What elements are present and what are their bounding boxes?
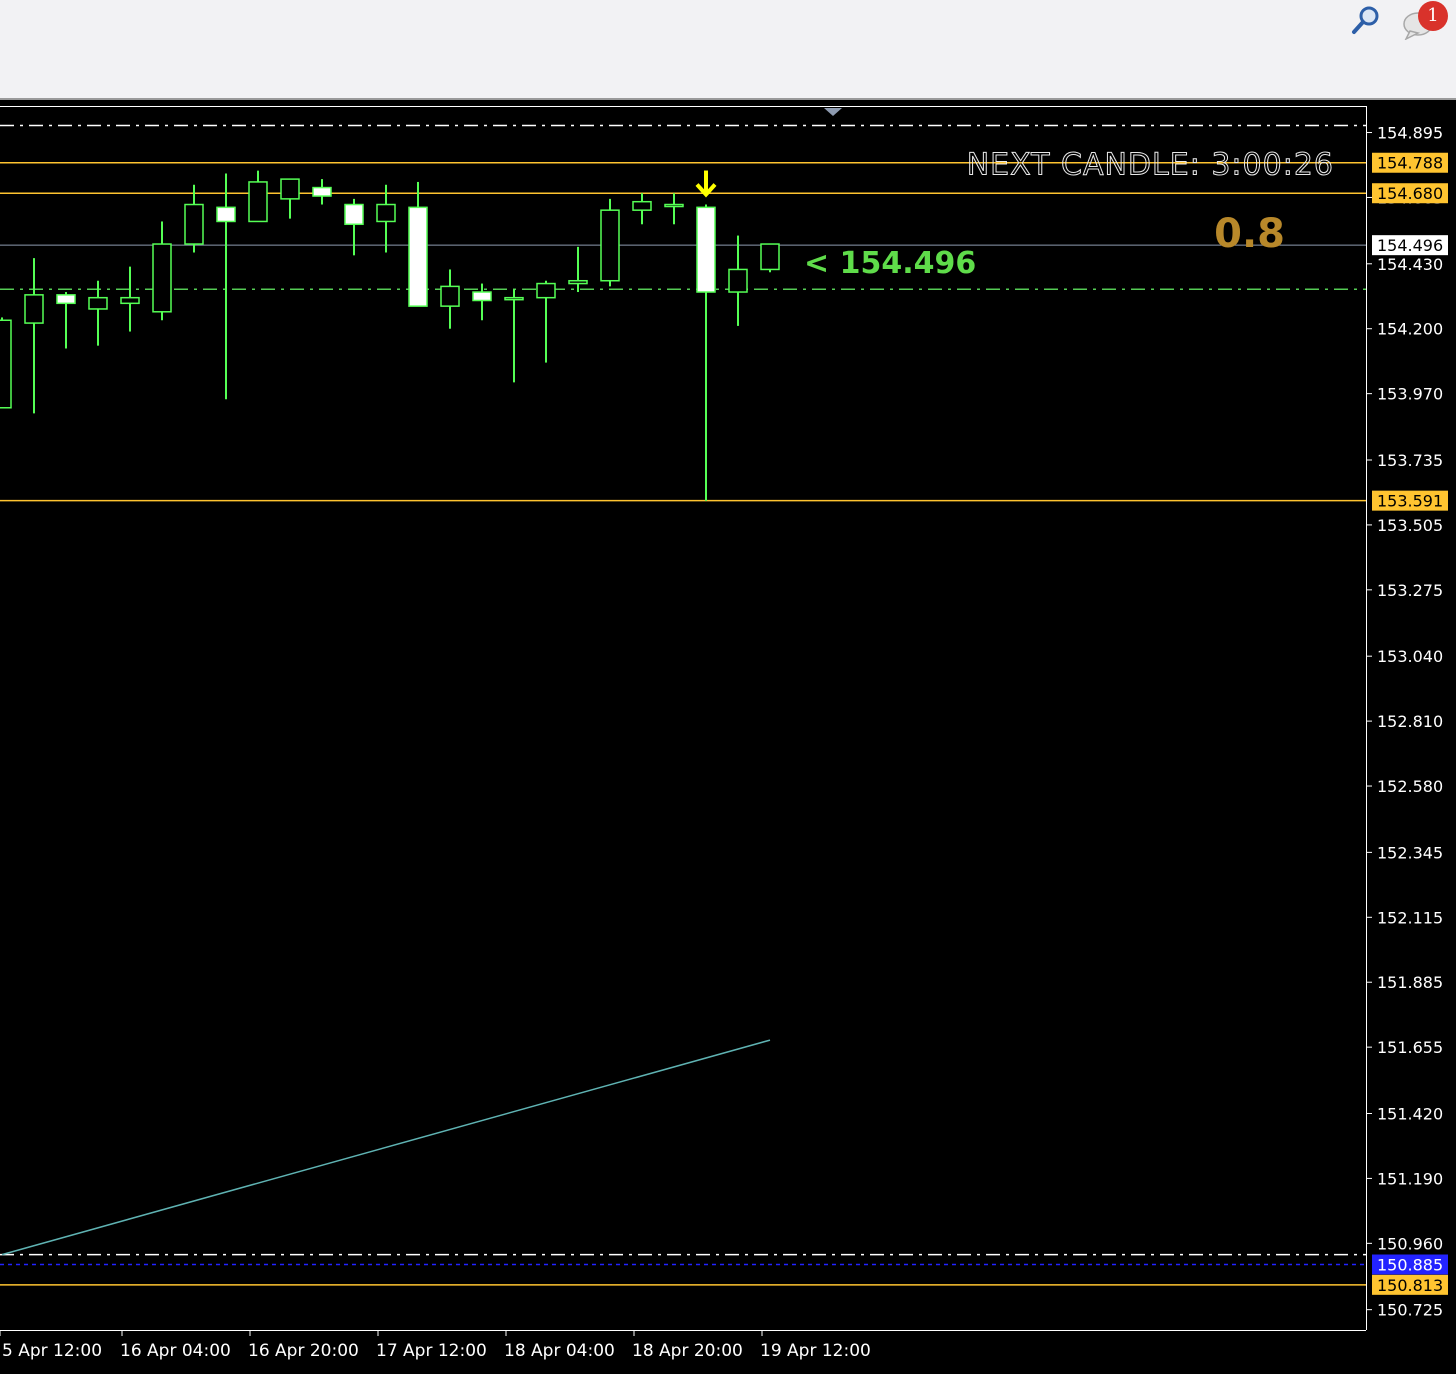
price-tick-label: 152.580 <box>1377 777 1443 796</box>
notification-count-badge: 1 <box>1418 1 1448 31</box>
candle-body <box>440 285 460 307</box>
next-candle-timer: NEXT CANDLE: 3:00:26 <box>967 148 1334 183</box>
candle-body <box>56 294 76 305</box>
candle-body <box>728 268 748 293</box>
price-tick-label: 151.420 <box>1377 1104 1443 1123</box>
candle-body <box>504 296 524 301</box>
candle-body <box>88 296 108 310</box>
price-tick-label: 150.725 <box>1377 1301 1443 1320</box>
time-tick-label: 17 Apr 12:00 <box>376 1341 487 1361</box>
level-price-tag: 153.591 <box>1377 492 1443 511</box>
candle-body <box>216 206 236 223</box>
candle-body <box>536 282 556 299</box>
candle-body <box>312 186 332 197</box>
price-tick-label: 151.655 <box>1377 1038 1443 1057</box>
price-tick-label: 154.200 <box>1377 320 1443 339</box>
time-tick-label: 19 Apr 12:00 <box>760 1341 871 1361</box>
price-tick-label: 151.190 <box>1377 1169 1443 1188</box>
price-tick-label: 154.895 <box>1377 124 1443 143</box>
current-price-tag: 154.496 <box>1377 236 1443 255</box>
price-tick-label: 151.885 <box>1377 973 1443 992</box>
trend-line <box>1 1039 771 1256</box>
price-chart[interactable]: 154.895154.665154.430154.200153.970153.7… <box>0 100 1456 1374</box>
candle-body <box>472 291 492 302</box>
candle-body <box>760 243 780 271</box>
candle-body <box>568 279 588 285</box>
candle-body <box>408 206 428 307</box>
price-tick-label: 153.735 <box>1377 451 1443 470</box>
candle-body <box>376 203 396 223</box>
candle-body <box>120 296 140 305</box>
candle-body <box>344 203 364 226</box>
price-tick-label: 152.810 <box>1377 712 1443 731</box>
price-tick-label: 153.275 <box>1377 581 1443 600</box>
price-tick-label: 150.960 <box>1377 1234 1443 1253</box>
time-tick-label: 5 Apr 12:00 <box>2 1341 102 1361</box>
search-icon[interactable] <box>1350 4 1382 36</box>
candle-body <box>632 200 652 211</box>
candle-body <box>184 203 204 245</box>
chart-shift-marker <box>824 108 842 116</box>
time-tick-label: 16 Apr 20:00 <box>248 1341 359 1361</box>
price-tick-label: 153.040 <box>1377 647 1443 666</box>
candle-body <box>152 243 172 313</box>
level-price-tag: 150.813 <box>1377 1276 1443 1295</box>
candle-body <box>664 203 684 208</box>
time-tick-label: 18 Apr 20:00 <box>632 1341 743 1361</box>
price-tick-label: 152.115 <box>1377 908 1443 927</box>
toolbar: 1 <box>0 0 1456 100</box>
time-tick-label: 16 Apr 04:00 <box>120 1341 231 1361</box>
price-marker-label: < 154.496 <box>804 246 976 281</box>
candle-body <box>280 178 300 200</box>
level-price-tag: 154.788 <box>1377 154 1443 173</box>
price-tick-label: 153.970 <box>1377 385 1443 404</box>
price-tick-label: 152.345 <box>1377 843 1443 862</box>
candle-body <box>248 181 268 223</box>
candle-body <box>696 206 716 293</box>
price-tick-label: 154.430 <box>1377 255 1443 274</box>
candle-body <box>600 209 620 282</box>
spread-value: 0.8 <box>1214 211 1285 257</box>
chart-area[interactable]: 154.895154.665154.430154.200153.970153.7… <box>0 100 1456 1374</box>
price-tick-label: 153.505 <box>1377 516 1443 535</box>
level-price-tag: 154.680 <box>1377 184 1443 203</box>
candle-body <box>24 294 44 324</box>
time-tick-label: 18 Apr 04:00 <box>504 1341 615 1361</box>
candle-body <box>0 319 12 409</box>
blue-level-tag: 150.885 <box>1377 1256 1443 1275</box>
